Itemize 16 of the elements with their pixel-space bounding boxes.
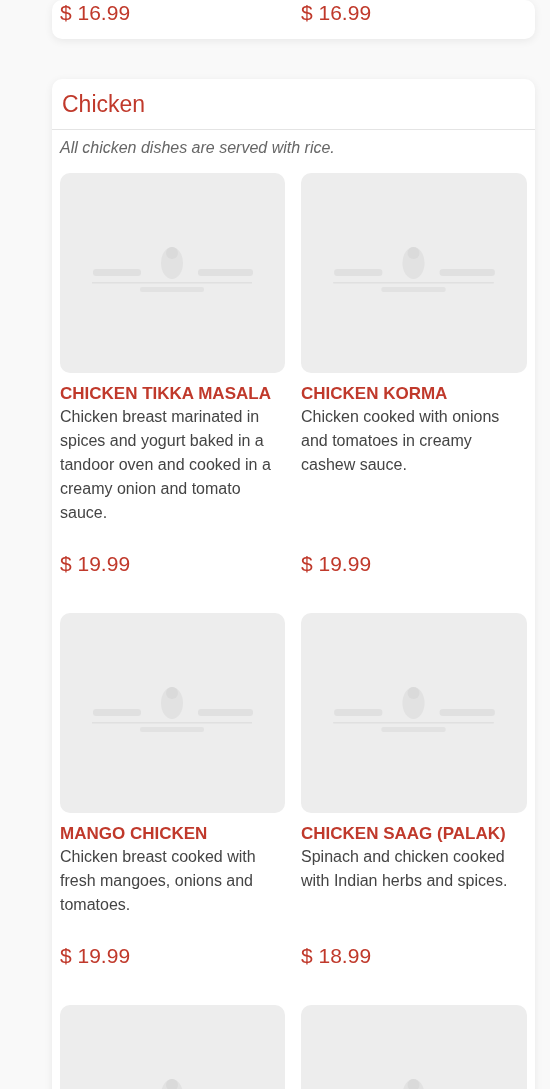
dish-description: Chicken breast marinated in spices and yogurt baked in a tandoor oven and cooked in a creamy onion and tomato sauce.: [60, 407, 272, 523]
dish-name: CHICKEN KORMA: [301, 383, 449, 405]
dish-description: Chicken cooked with onions and tomatoes in creamy cashew sauce.: [301, 407, 501, 475]
price: $ 16.99: [60, 0, 132, 26]
section-title: Chicken: [52, 79, 535, 130]
price: $ 19.99: [301, 551, 373, 577]
section-note: All chicken dishes are served with rice.: [58, 138, 336, 158]
dish-description: Spinach and chicken cooked with Indian herbs and spices.: [301, 847, 509, 891]
price: $ 18.99: [301, 943, 373, 969]
dish-name: CHICKEN SAAG (PALAK): [301, 823, 507, 845]
dish-name: CHICKEN TIKKA MASALA: [60, 383, 272, 405]
price: $ 19.99: [60, 943, 132, 969]
dish-name: MANGO CHICKEN: [60, 823, 209, 845]
price: $ 16.99: [301, 0, 373, 26]
dish-description: Chicken breast cooked with fresh mangoes, onions and tomatoes.: [60, 847, 257, 915]
price: $ 19.99: [60, 551, 132, 577]
